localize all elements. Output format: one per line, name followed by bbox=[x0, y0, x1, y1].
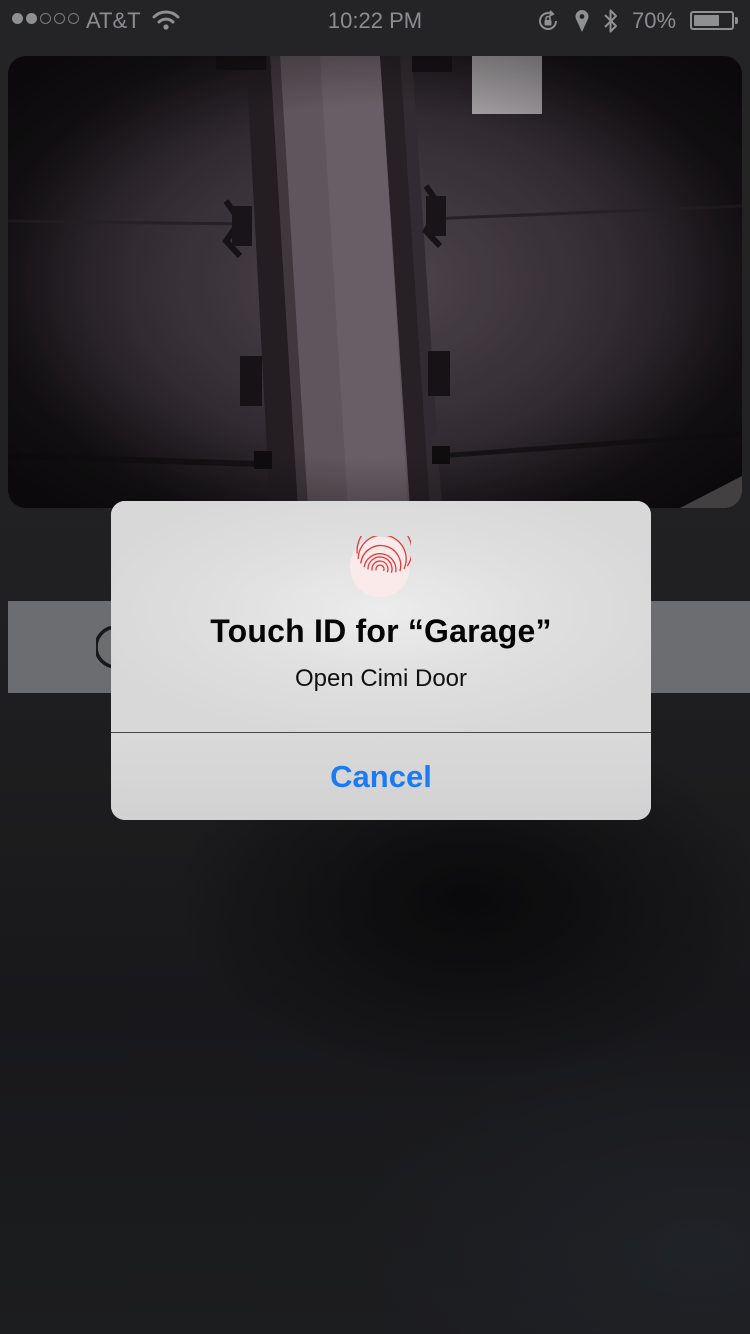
alert-message: Open Cimi Door bbox=[294, 665, 468, 692]
alert-body: Touch ID for “Garage” Open Cimi Door bbox=[111, 501, 651, 732]
fingerprint-icon bbox=[350, 536, 411, 597]
alert-title: Touch ID for “Garage” bbox=[210, 613, 552, 649]
cancel-button[interactable]: Cancel bbox=[111, 733, 651, 820]
app-screen: AT&T 10:22 PM 70% Touch ID for “Garage” … bbox=[0, 0, 750, 1334]
touch-id-alert: Touch ID for “Garage” Open Cimi Door Can… bbox=[111, 501, 651, 820]
